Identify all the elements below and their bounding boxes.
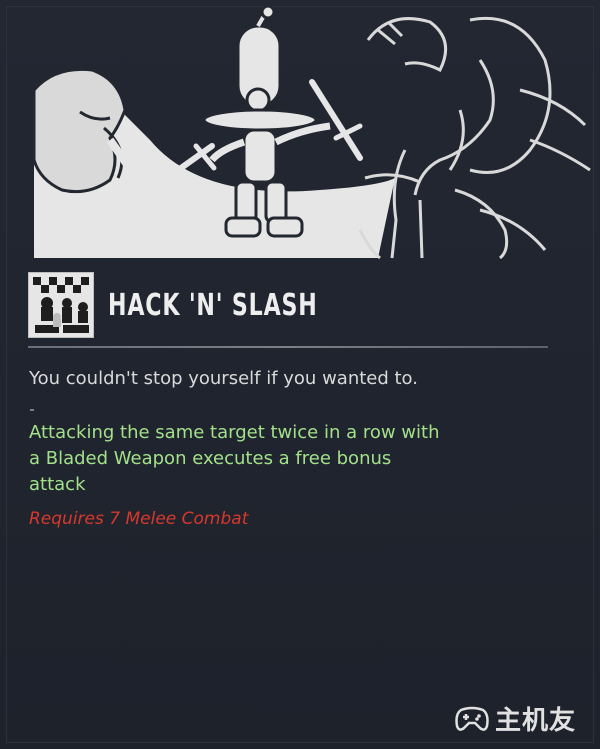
perk-effect: Attacking the same target twice in a row… xyxy=(29,420,499,498)
perk-chess-icon xyxy=(28,272,94,338)
perk-tooltip-panel: HACK 'N' SLASH You couldn't stop yoursel… xyxy=(0,0,600,749)
left-creature xyxy=(32,67,127,194)
perk-title: HACK 'N' SLASH xyxy=(108,287,318,323)
header-divider xyxy=(28,346,548,348)
sword-right xyxy=(309,79,363,161)
effect-line: a Bladed Weapon executes a free bonus xyxy=(29,448,392,469)
effect-line: Attacking the same target twice in a row… xyxy=(29,422,440,443)
right-monster xyxy=(358,16,591,260)
perk-flavor-text: You couldn't stop yourself if you wanted… xyxy=(29,368,418,389)
watermark: 主机友 xyxy=(455,700,576,737)
divider-tick xyxy=(30,409,34,411)
watermark-text: 主机友 xyxy=(494,706,576,736)
perk-illustration xyxy=(32,4,591,260)
perk-requirement: Requires 7 Melee Combat xyxy=(29,509,249,529)
gamepad-icon xyxy=(455,706,489,731)
effect-line: attack xyxy=(29,474,86,495)
perk-header: HACK 'N' SLASH xyxy=(28,272,364,338)
